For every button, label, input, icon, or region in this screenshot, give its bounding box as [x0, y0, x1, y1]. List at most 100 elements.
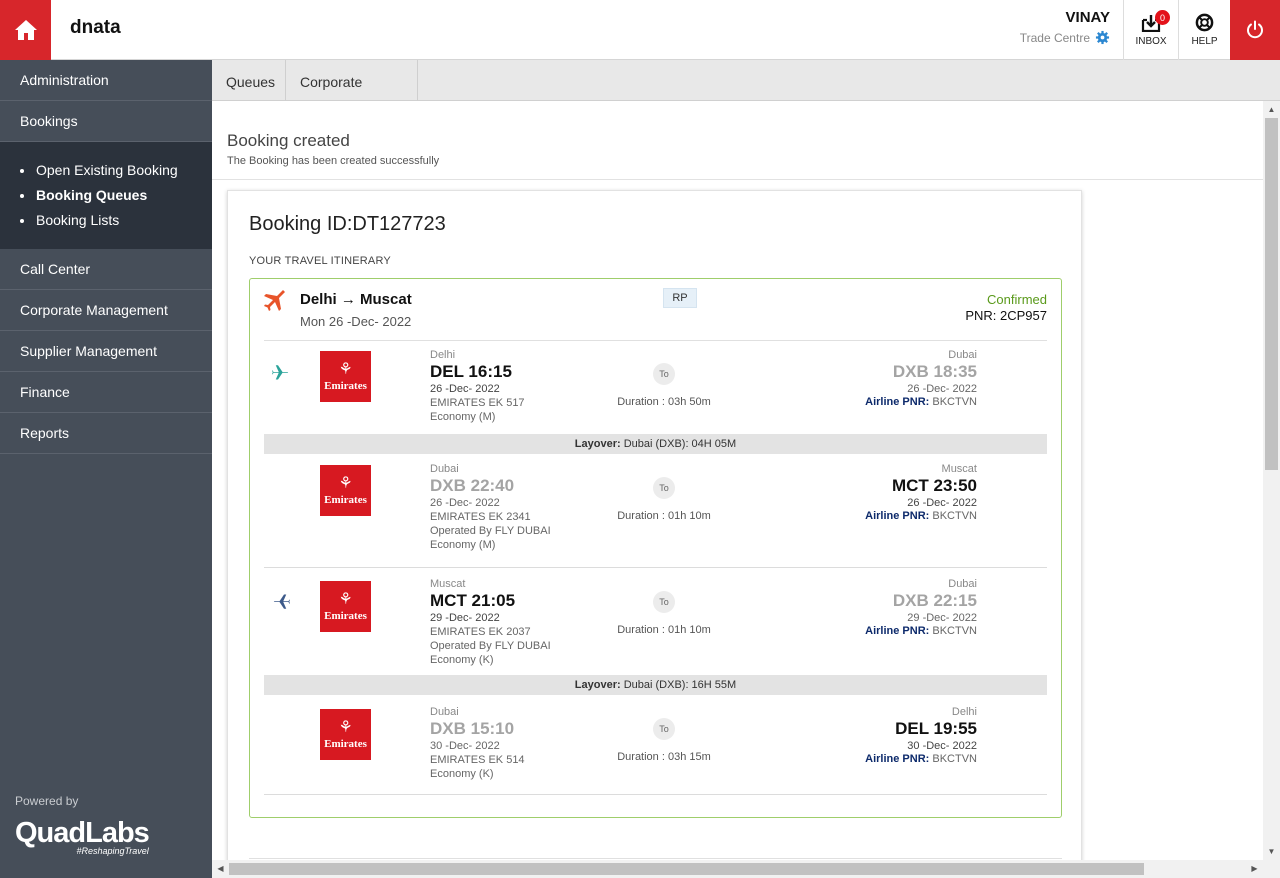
arrival-city: Muscat	[941, 463, 977, 475]
scrollbar-thumb[interactable]	[229, 863, 1144, 875]
lifebuoy-icon	[1195, 13, 1214, 32]
sidebar-item-reports[interactable]: Reports	[0, 413, 212, 454]
inbox-button[interactable]: 0 INBOX	[1123, 0, 1178, 60]
to-indicator: To	[653, 477, 675, 499]
cabin-class: Economy (K)	[430, 654, 494, 666]
tab-corporate-queue[interactable]: Corporate Queue	[286, 60, 418, 134]
vertical-scrollbar[interactable]: ▲ ▼	[1263, 101, 1280, 860]
departure-plane-icon	[272, 365, 289, 380]
user-info: VINAY Trade Centre	[1020, 9, 1110, 45]
emirates-logo: ⚘ Emirates	[320, 465, 371, 516]
airplane-icon	[264, 290, 285, 311]
airline-pnr-value: BKCTVN	[932, 510, 977, 522]
submenu-item-booking-lists[interactable]: Booking Lists	[20, 208, 212, 233]
departure-date: 26 -Dec- 2022	[430, 497, 500, 509]
bookings-submenu: Open Existing Booking Booking Queues Boo…	[0, 142, 212, 249]
arrival-info: Dubai DXB 18:35 26 -Dec- 2022 Airline PN…	[865, 349, 977, 408]
segment-middle: To Duration : 01h 10m	[594, 591, 734, 636]
emirates-logo: ⚘ Emirates	[320, 709, 371, 760]
main-content: Booking created The Booking has been cre…	[212, 101, 1263, 860]
arrival-info: Delhi DEL 19:55 30 -Dec- 2022 Airline PN…	[865, 706, 977, 765]
airline-pnr-label: Airline PNR:	[865, 396, 930, 408]
help-button[interactable]: HELP	[1178, 0, 1230, 60]
sidebar-item-finance[interactable]: Finance	[0, 372, 212, 413]
inbox-label: INBOX	[1135, 35, 1167, 47]
flight-number: EMIRATES EK 2037	[430, 626, 531, 638]
submenu-item-open-existing-booking[interactable]: Open Existing Booking	[20, 158, 212, 183]
user-location: Trade Centre	[1020, 30, 1110, 45]
rp-tag: RP	[663, 288, 697, 308]
scroll-left-icon[interactable]: ◀	[212, 860, 229, 878]
scroll-right-icon[interactable]: ▶	[1246, 860, 1263, 878]
itinerary-label: YOUR TRAVEL ITINERARY	[249, 255, 391, 267]
departure-info: Dubai DXB 22:40 26 -Dec- 2022 EMIRATES E…	[430, 463, 551, 552]
airline-pnr: Airline PNR: BKCTVN	[865, 510, 977, 522]
departure-city: Muscat	[430, 578, 466, 590]
flight-segment: ⚘ Emirates Delhi DEL 16:15 26 -Dec- 2022…	[264, 349, 1047, 441]
booking-card: Booking ID:DT127723 YOUR TRAVEL ITINERAR…	[227, 190, 1082, 860]
emirates-logo: ⚘ Emirates	[320, 351, 371, 402]
tab-queues[interactable]: Queues	[212, 60, 286, 101]
departure-city: Delhi	[430, 349, 456, 361]
arrival-date: 26 -Dec- 2022	[907, 497, 977, 509]
departure-code-time: MCT 21:05	[430, 591, 516, 610]
gear-icon[interactable]	[1095, 30, 1110, 45]
airline-pnr-label: Airline PNR:	[865, 510, 930, 522]
emirates-emblem-icon: ⚘	[338, 590, 353, 608]
emirates-logo-text: Emirates	[324, 609, 367, 622]
status-badge: Confirmed	[987, 292, 1047, 307]
sidebar: Administration Bookings Open Existing Bo…	[0, 60, 212, 878]
booking-id: Booking ID:DT127723	[249, 213, 446, 235]
brand-name: dnata	[70, 17, 121, 38]
departure-code-time: DXB 15:10	[430, 719, 515, 738]
emirates-logo-text: Emirates	[324, 493, 367, 506]
segment-middle: To Duration : 01h 10m	[594, 477, 734, 522]
operated-by: Operated By FLY DUBAI	[430, 525, 551, 537]
arrival-code-time: DXB 22:15	[892, 591, 977, 610]
horizontal-scrollbar[interactable]: ◀ ▶	[212, 860, 1280, 878]
arrival-code-time: DEL 19:55	[895, 719, 977, 738]
emirates-logo-text: Emirates	[324, 737, 367, 750]
flight-number: EMIRATES EK 517	[430, 397, 525, 409]
submenu-item-label: Open Existing Booking	[36, 162, 178, 178]
departure-info: Dubai DXB 15:10 30 -Dec- 2022 EMIRATES E…	[430, 706, 525, 781]
airline-pnr: Airline PNR: BKCTVN	[865, 625, 977, 637]
airline-pnr: Airline PNR: BKCTVN	[865, 396, 977, 408]
user-name: VINAY	[1065, 9, 1110, 26]
divider	[264, 340, 1047, 341]
departure-date: 29 -Dec- 2022	[430, 612, 500, 624]
scrollbar-thumb[interactable]	[1265, 118, 1278, 470]
sidebar-item-administration[interactable]: Administration	[0, 60, 212, 101]
arrival-date: 29 -Dec- 2022	[907, 612, 977, 624]
flight-segment: ⚘ Emirates Dubai DXB 15:10 30 -Dec- 2022…	[264, 706, 1047, 794]
airline-pnr-label: Airline PNR:	[865, 753, 930, 765]
departure-city: Dubai	[430, 463, 459, 475]
layover-value: Dubai (DXB): 04H 05M	[623, 438, 737, 450]
sidebar-item-bookings[interactable]: Bookings	[0, 101, 212, 142]
home-icon	[14, 20, 37, 40]
airline-pnr-value: BKCTVN	[932, 625, 977, 637]
home-button[interactable]	[0, 0, 51, 60]
emirates-emblem-icon: ⚘	[338, 474, 353, 492]
route-title: Delhi → Muscat	[300, 291, 412, 308]
arrival-info: Muscat MCT 23:50 26 -Dec- 2022 Airline P…	[865, 463, 977, 522]
to-indicator: To	[653, 718, 675, 740]
notice-subtitle: The Booking has been created successfull…	[227, 155, 440, 167]
scroll-up-icon[interactable]: ▲	[1263, 101, 1280, 118]
layover-label: Layover:	[574, 438, 621, 450]
sidebar-item-call-center[interactable]: Call Center	[0, 249, 212, 290]
submenu-item-booking-queues[interactable]: Booking Queues	[20, 183, 212, 208]
scroll-down-icon[interactable]: ▼	[1263, 843, 1280, 860]
segment-middle: To Duration : 03h 15m	[594, 718, 734, 763]
flight-segment: ⚘ Emirates Dubai DXB 22:40 26 -Dec- 2022…	[264, 463, 1047, 560]
departure-code-time: DEL 16:15	[430, 362, 512, 381]
segment-middle: To Duration : 03h 50m	[594, 363, 734, 408]
emirates-emblem-icon: ⚘	[338, 718, 353, 736]
logout-button[interactable]	[1230, 0, 1280, 60]
emirates-emblem-icon: ⚘	[338, 360, 353, 378]
sidebar-item-supplier-management[interactable]: Supplier Management	[0, 331, 212, 372]
airline-pnr-value: BKCTVN	[932, 396, 977, 408]
sidebar-item-corporate-management[interactable]: Corporate Management	[0, 290, 212, 331]
arrival-city: Delhi	[951, 706, 977, 718]
submenu-item-label: Booking Lists	[36, 212, 120, 228]
